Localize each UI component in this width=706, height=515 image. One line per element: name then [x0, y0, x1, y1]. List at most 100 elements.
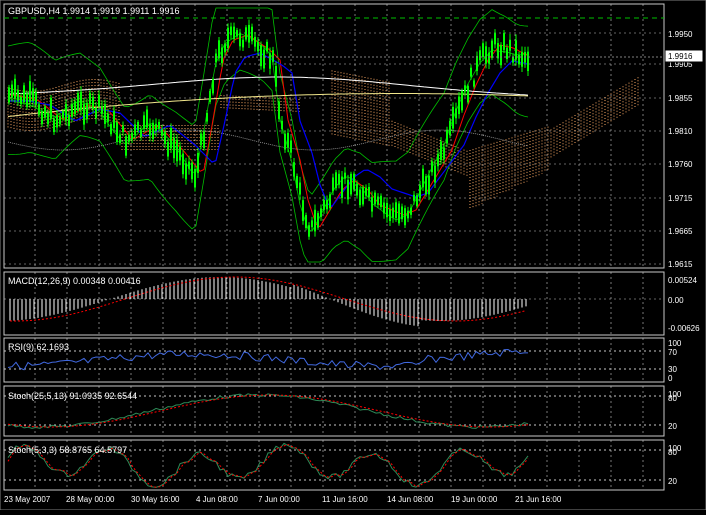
candle-body — [338, 173, 340, 185]
candle-body — [467, 85, 469, 103]
stoch-slow-tick: 80 — [668, 394, 677, 403]
candle-body — [281, 120, 283, 129]
candle-body — [77, 93, 79, 112]
candle-body — [284, 133, 286, 150]
candle-body — [260, 45, 262, 67]
candle-body — [263, 49, 265, 69]
time-tick: 30 May 16:00 — [131, 495, 180, 504]
time-tick: 14 Jun 08:00 — [387, 495, 434, 504]
current-price-box: 1.9916 — [664, 49, 704, 63]
candle-body — [122, 125, 124, 133]
current-price-label: 1.9916 — [668, 52, 693, 61]
candle-body — [35, 92, 37, 105]
candle-body — [449, 120, 451, 136]
candle-body — [470, 67, 472, 77]
time-tick: 11 Jun 16:00 — [322, 495, 368, 504]
candle-body — [140, 129, 142, 137]
time-tick: 28 May 00:00 — [66, 495, 115, 504]
candle-body — [80, 91, 82, 110]
candle-body — [335, 172, 337, 189]
candle-body — [428, 175, 430, 195]
price-tick: 1.9950 — [668, 30, 693, 39]
candle-body — [413, 194, 415, 201]
candle-body — [53, 118, 55, 133]
candle-body — [452, 106, 454, 129]
candle-body — [23, 85, 25, 103]
symbol-header: GBPUSD,H4 1.9914 1.9919 1.9911 1.9916 — [8, 6, 179, 16]
candle-body — [503, 33, 505, 50]
candle-body — [8, 87, 10, 103]
candle-body — [380, 195, 382, 207]
candle-body — [191, 162, 193, 180]
candle-body — [47, 112, 49, 125]
candle-body — [86, 102, 88, 120]
candle-body — [440, 141, 442, 161]
candle-body — [344, 172, 346, 179]
candle-body — [497, 43, 499, 59]
candle-body — [308, 225, 310, 237]
candle-body — [89, 93, 91, 105]
candle-body — [365, 187, 367, 196]
candle-body — [74, 101, 76, 115]
candle-body — [164, 131, 166, 144]
candle-body — [407, 210, 409, 219]
rsi-tick: 100 — [668, 339, 682, 348]
candle-body — [155, 123, 157, 132]
candle-body — [143, 115, 145, 129]
candle-body — [68, 114, 70, 126]
candle-body — [44, 106, 46, 118]
candle-body — [383, 202, 385, 214]
candle-body — [242, 39, 244, 48]
stoch-slow-tick: 20 — [668, 422, 677, 431]
candle-body — [278, 101, 280, 119]
candle-body — [116, 122, 118, 143]
price-tick: 1.9855 — [668, 94, 693, 103]
candle-body — [347, 179, 349, 200]
candle-body — [203, 131, 205, 149]
time-tick: 19 Jun 00:00 — [451, 495, 498, 504]
candle-body — [113, 110, 115, 129]
candle-body — [374, 192, 376, 205]
candle-body — [311, 220, 313, 228]
candle-body — [527, 51, 529, 71]
rsi-label: RSI(9) 62.1693 — [8, 342, 69, 352]
candle-body — [419, 185, 421, 199]
chart-canvas[interactable]: GBPUSD,H4 1.9914 1.9919 1.9911 1.9916 1.… — [0, 0, 706, 511]
candle-body — [251, 26, 253, 42]
trading-chart-window[interactable]: GBPUSD,H4 1.9914 1.9919 1.9911 1.9916 1.… — [0, 0, 706, 511]
macd-tick: 0.00524 — [668, 276, 697, 285]
candle-body — [395, 202, 397, 219]
candle-body — [161, 129, 163, 136]
candle-body — [146, 109, 148, 128]
candle-body — [224, 43, 226, 53]
candle-body — [170, 127, 172, 149]
candle-body — [326, 199, 328, 210]
candle-body — [128, 134, 130, 142]
candle-body — [17, 90, 19, 101]
candle-body — [461, 90, 463, 111]
candle-body — [233, 26, 235, 40]
candle-body — [188, 161, 190, 169]
time-tick: 4 Jun 08:00 — [196, 495, 238, 504]
candle-body — [218, 40, 220, 59]
time-axis: 23 May 2007 28 May 00:00 30 May 16:00 4 … — [4, 495, 562, 504]
candle-body — [509, 39, 511, 51]
candle-body — [323, 199, 325, 210]
candle-body — [368, 186, 370, 198]
stoch-slow-label: Stoch(25,5,13) 91.0935 92.6544 — [8, 391, 137, 401]
candle-body — [296, 175, 298, 189]
candle-body — [437, 154, 439, 167]
candle-body — [173, 137, 175, 159]
candle-body — [158, 121, 160, 130]
candle-body — [398, 203, 400, 224]
candle-body — [332, 177, 334, 192]
candle-body — [26, 93, 28, 108]
candle-body — [404, 208, 406, 226]
stoch-fast-tick: 80 — [668, 448, 677, 457]
price-tick: 1.9715 — [668, 194, 693, 203]
macd-label: MACD(12,26,9) 0.00348 0.00416 — [8, 276, 141, 286]
candle-body — [410, 207, 412, 215]
candle-body — [20, 96, 22, 105]
candle-body — [32, 88, 34, 102]
candle-body — [389, 209, 391, 222]
